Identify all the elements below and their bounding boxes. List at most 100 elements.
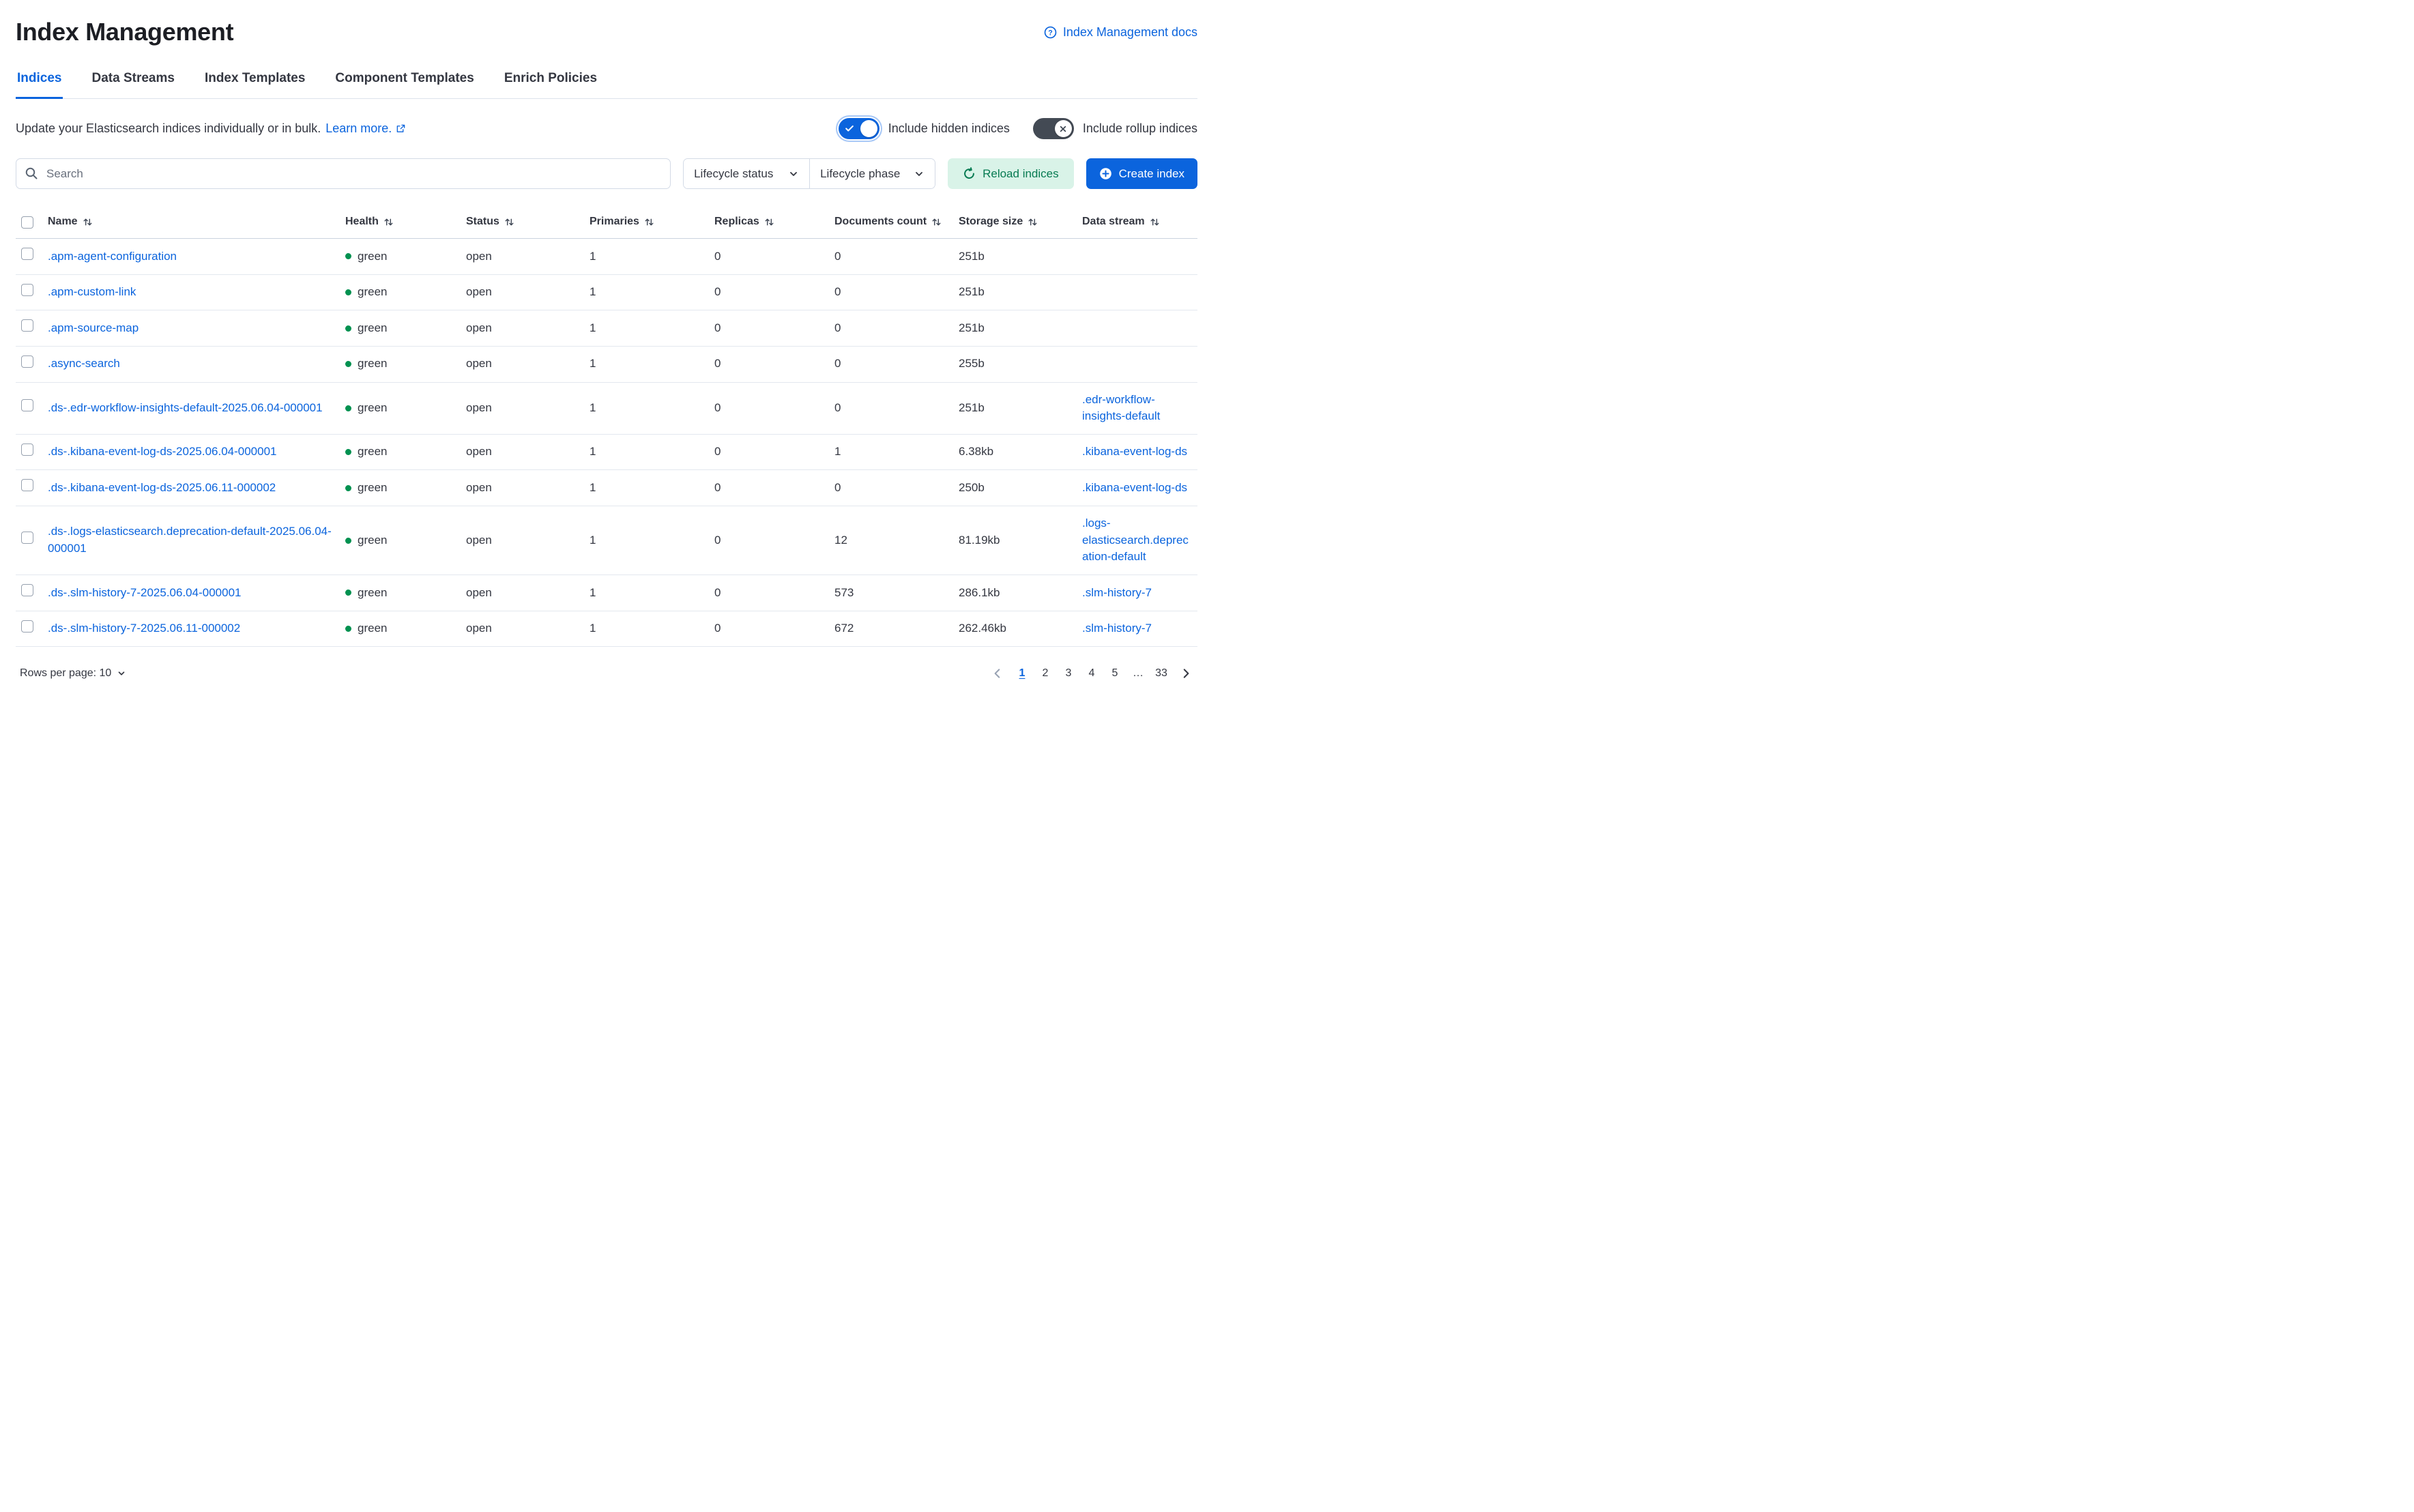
data-stream-link[interactable]: .edr-workflow-insights-default: [1082, 392, 1189, 425]
tab-component-templates[interactable]: Component Templates: [334, 67, 475, 99]
health-label: green: [358, 620, 387, 637]
row-checkbox[interactable]: [21, 399, 33, 411]
column-header-health[interactable]: Health: [345, 208, 466, 238]
data-stream-link[interactable]: .kibana-event-log-ds: [1082, 480, 1187, 497]
primaries-cell: 1: [590, 611, 714, 646]
pagination-page-1[interactable]: 1: [1012, 663, 1032, 684]
primaries-cell: 1: [590, 239, 714, 274]
row-checkbox[interactable]: [21, 284, 33, 296]
index-name-link[interactable]: .ds-.slm-history-7-2025.06.11-000002: [48, 620, 240, 637]
select-all-checkbox[interactable]: [21, 216, 33, 229]
pagination-page-5[interactable]: 5: [1105, 663, 1125, 684]
page-header: Index Management ? Index Management docs: [16, 18, 1197, 46]
index-name-link[interactable]: .async-search: [48, 355, 120, 373]
data-stream-link[interactable]: .logs-elasticsearch.deprecation-default: [1082, 515, 1189, 566]
index-name-link[interactable]: .apm-agent-configuration: [48, 248, 177, 265]
table-footer: Rows per page: 10 12345…33: [16, 663, 1197, 697]
pagination-page-2[interactable]: 2: [1035, 663, 1056, 684]
index-name-link[interactable]: .ds-.kibana-event-log-ds-2025.06.11-0000…: [48, 480, 276, 497]
pagination-page-3[interactable]: 3: [1058, 663, 1079, 684]
svg-text:?: ?: [1048, 29, 1053, 37]
search-input[interactable]: [16, 158, 671, 189]
column-header-primaries[interactable]: Primaries: [590, 208, 714, 238]
toggle-group: Include hidden indices Include rollup in…: [839, 118, 1197, 139]
data-stream-link[interactable]: .slm-history-7: [1082, 585, 1152, 602]
index-name-link[interactable]: .apm-custom-link: [48, 284, 136, 301]
table-body: .apm-agent-configuration green open 1 0 …: [16, 239, 1197, 647]
table-row: .apm-source-map green open 1 0 0 251b: [16, 310, 1197, 347]
status-cell: open: [466, 576, 590, 611]
column-header-name[interactable]: Name: [48, 208, 345, 238]
index-name-link[interactable]: .ds-.slm-history-7-2025.06.04-000001: [48, 585, 241, 602]
row-checkbox[interactable]: [21, 355, 33, 368]
row-checkbox[interactable]: [21, 479, 33, 491]
toggle-include-hidden-indices: Include hidden indices: [839, 118, 1010, 139]
primaries-cell: 1: [590, 523, 714, 558]
row-checkbox[interactable]: [21, 620, 33, 633]
storage-size-cell: 6.38kb: [959, 435, 1082, 469]
sort-icon: [644, 217, 654, 227]
storage-size-cell: 251b: [959, 239, 1082, 274]
rows-per-page-button[interactable]: Rows per page: 10: [16, 665, 130, 682]
row-checkbox[interactable]: [21, 444, 33, 456]
reload-indices-button[interactable]: Reload indices: [948, 158, 1074, 189]
pagination-page-33[interactable]: 33: [1151, 663, 1172, 684]
storage-size-cell: 251b: [959, 275, 1082, 310]
column-header-documents-count[interactable]: Documents count: [834, 208, 959, 238]
documents-count-cell: 0: [834, 347, 959, 381]
sort-icon: [504, 217, 514, 227]
row-checkbox[interactable]: [21, 584, 33, 596]
data-stream-link[interactable]: .kibana-event-log-ds: [1082, 444, 1187, 461]
lifecycle-status-filter[interactable]: Lifecycle status: [684, 159, 809, 188]
pagination-ellipsis: …: [1128, 663, 1148, 684]
replicas-cell: 0: [714, 239, 834, 274]
health-dot-icon: [345, 449, 351, 455]
row-checkbox[interactable]: [21, 319, 33, 332]
storage-size-cell: 250b: [959, 471, 1082, 506]
health-label: green: [358, 355, 387, 373]
column-header-storage-size[interactable]: Storage size: [959, 208, 1082, 238]
replicas-cell: 0: [714, 576, 834, 611]
docs-link[interactable]: ? Index Management docs: [1044, 25, 1197, 40]
status-cell: open: [466, 347, 590, 381]
health-label: green: [358, 320, 387, 337]
previous-page-button[interactable]: [986, 663, 1009, 684]
index-name-link[interactable]: .ds-.logs-elasticsearch.deprecation-defa…: [48, 523, 332, 557]
column-header-label: Data stream: [1082, 216, 1145, 228]
column-header-label: Health: [345, 216, 379, 228]
column-header-replicas[interactable]: Replicas: [714, 208, 834, 238]
toggle-switch[interactable]: [839, 118, 879, 139]
learn-more-link[interactable]: Learn more.: [325, 121, 406, 136]
tab-indices[interactable]: Indices: [16, 67, 63, 99]
table-row: .async-search green open 1 0 0 255b: [16, 347, 1197, 383]
storage-size-cell: 81.19kb: [959, 523, 1082, 558]
replicas-cell: 0: [714, 435, 834, 469]
sort-icon: [383, 217, 394, 227]
table-row: .apm-agent-configuration green open 1 0 …: [16, 239, 1197, 275]
status-cell: open: [466, 523, 590, 558]
index-name-link[interactable]: .apm-source-map: [48, 320, 139, 337]
pagination-page-4[interactable]: 4: [1081, 663, 1102, 684]
status-cell: open: [466, 391, 590, 426]
index-management-page: Index Management ? Index Management docs…: [0, 0, 1207, 756]
tab-data-streams[interactable]: Data Streams: [90, 67, 175, 99]
row-checkbox[interactable]: [21, 532, 33, 544]
status-cell: open: [466, 311, 590, 346]
column-header-status[interactable]: Status: [466, 208, 590, 238]
column-header-data-stream[interactable]: Data stream: [1082, 208, 1197, 238]
index-name-link[interactable]: .ds-.edr-workflow-insights-default-2025.…: [48, 400, 323, 417]
intro-text: Update your Elasticsearch indices indivi…: [16, 121, 406, 136]
table-row: .ds-.edr-workflow-insights-default-2025.…: [16, 383, 1197, 435]
row-checkbox[interactable]: [21, 248, 33, 260]
toggle-switch[interactable]: [1033, 118, 1074, 139]
health-label: green: [358, 444, 387, 461]
chevron-down-icon: [788, 169, 799, 179]
tab-index-templates[interactable]: Index Templates: [203, 67, 306, 99]
tab-enrich-policies[interactable]: Enrich Policies: [503, 67, 598, 99]
next-page-button[interactable]: [1174, 663, 1197, 684]
lifecycle-phase-filter[interactable]: Lifecycle phase: [809, 159, 935, 188]
create-index-button[interactable]: Create index: [1086, 158, 1197, 189]
data-stream-link[interactable]: .slm-history-7: [1082, 620, 1152, 637]
indices-table: Name Health Status Primaries Replicas Do…: [16, 208, 1197, 647]
index-name-link[interactable]: .ds-.kibana-event-log-ds-2025.06.04-0000…: [48, 444, 277, 461]
